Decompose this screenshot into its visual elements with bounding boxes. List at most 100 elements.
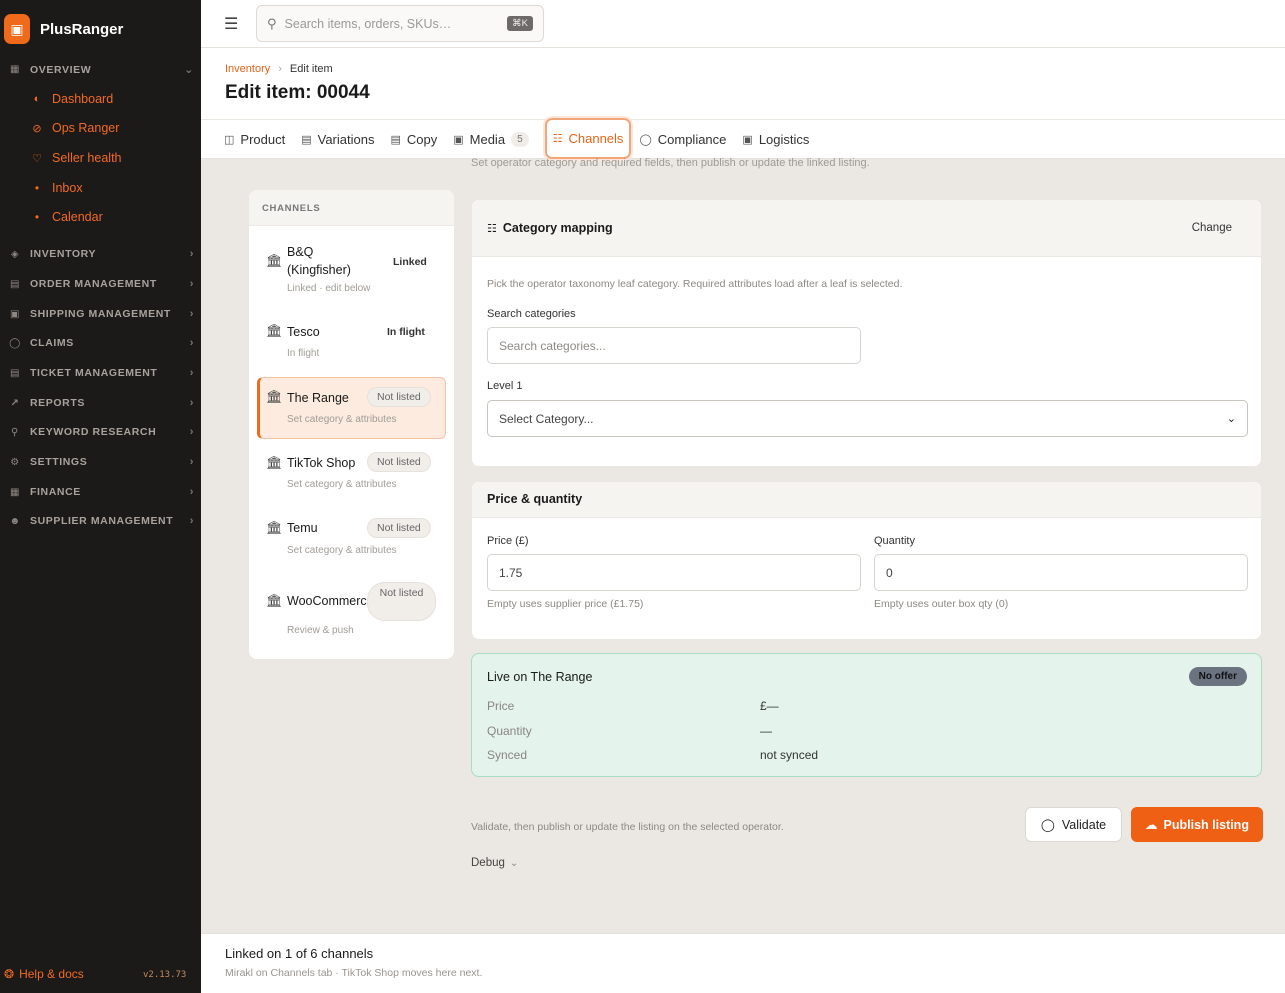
tab-label: Logistics bbox=[758, 132, 810, 147]
level-1-label: Level 1 bbox=[487, 380, 523, 392]
price-hint: Empty uses supplier price (£1.75) bbox=[487, 598, 644, 610]
debug-label: Debug bbox=[471, 857, 505, 869]
sidebar-section-reports[interactable]: ↗ REPORTS › bbox=[8, 397, 194, 409]
validate-button[interactable]: ◯ Validate bbox=[1025, 807, 1122, 842]
linked-summary: Linked on 1 of 6 channels bbox=[225, 946, 374, 961]
chevron-right-icon: › bbox=[189, 426, 194, 438]
receipt-icon: ▦ bbox=[9, 486, 21, 498]
shield-icon: ◯ bbox=[9, 337, 21, 349]
tab-copy[interactable]: ▤ Copy bbox=[390, 120, 445, 159]
channel-name: TikTok Shop bbox=[287, 456, 356, 470]
channel-item-the-range[interactable]: 🏛 The Range Not listed Set category & at… bbox=[257, 377, 446, 439]
document-icon: ▤ bbox=[390, 134, 401, 146]
sidebar-section-label: TICKET MANAGEMENT bbox=[30, 367, 158, 379]
sidebar-section-supplier-management[interactable]: ☻ SUPPLIER MANAGEMENT › bbox=[8, 515, 194, 527]
chevron-down-icon: ⌄ bbox=[1226, 413, 1236, 425]
store-icon: 🏛 bbox=[266, 520, 283, 535]
grid-icon: ▦ bbox=[9, 64, 21, 75]
sidebar-item-dashboard[interactable]: ◐ Dashboard bbox=[30, 92, 113, 106]
cloud-upload-icon: ☁ bbox=[1145, 818, 1158, 832]
price-label: Price (£) bbox=[487, 535, 529, 547]
shield-icon: ◯ bbox=[639, 134, 652, 146]
publish-listing-button[interactable]: ☁ Publish listing bbox=[1131, 807, 1263, 842]
dot-icon: • bbox=[34, 181, 40, 195]
tab-label: Media bbox=[469, 132, 506, 147]
tab-compliance[interactable]: ◯ Compliance bbox=[639, 120, 734, 159]
category-mapping-panel: ☷ Category mapping Change Pick the opera… bbox=[471, 199, 1262, 467]
store-icon: 🏛 bbox=[266, 593, 283, 608]
sidebar-section-ticket-management[interactable]: ▤ TICKET MANAGEMENT › bbox=[8, 367, 194, 379]
sidebar-section-inventory[interactable]: ◈ INVENTORY › bbox=[8, 248, 194, 260]
category-hint: Pick the operator taxonomy leaf category… bbox=[487, 278, 903, 290]
sidebar-item-calendar[interactable]: • Calendar bbox=[30, 210, 103, 224]
channel-subtitle: Linked · edit below bbox=[287, 283, 371, 294]
ticket-icon: ▤ bbox=[9, 367, 21, 379]
help-label: Help & docs bbox=[19, 967, 84, 981]
sidebar-section-finance[interactable]: ▦ FINANCE › bbox=[8, 486, 194, 498]
sidebar-section-order-management[interactable]: ▤ ORDER MANAGEMENT › bbox=[8, 278, 194, 290]
channel-item-tesco[interactable]: 🏛 Tesco In flight In flight bbox=[257, 318, 446, 364]
quantity-input[interactable]: 0 bbox=[874, 554, 1248, 591]
page-title: Edit item: 00044 bbox=[225, 82, 370, 103]
brand[interactable]: ▣ PlusRanger bbox=[4, 14, 123, 44]
sidebar-section-settings[interactable]: ⚙ SETTINGS › bbox=[8, 456, 194, 468]
sidebar-item-seller-health[interactable]: ♡ Seller health bbox=[30, 151, 121, 165]
chevron-right-icon: › bbox=[278, 63, 282, 75]
store-icon: 🏛 bbox=[266, 323, 283, 338]
validate-label: Validate bbox=[1061, 817, 1107, 832]
menu-icon[interactable]: ☰ bbox=[224, 14, 238, 34]
sidebar-section-label: SUPPLIER MANAGEMENT bbox=[30, 515, 174, 527]
media-count-badge: 5 bbox=[511, 132, 529, 147]
status-badge: No offer bbox=[1188, 667, 1247, 686]
gear-icon: ⚙ bbox=[10, 456, 20, 468]
channel-item-tiktok-shop[interactable]: 🏛 TikTok Shop Not listed Set category & … bbox=[257, 452, 446, 498]
hierarchy-icon: ☷ bbox=[487, 222, 497, 235]
channel-item-temu[interactable]: 🏛 Temu Not listed Set category & attribu… bbox=[257, 518, 446, 564]
channel-name: The Range bbox=[287, 391, 349, 405]
actions-hint: Validate, then publish or update the lis… bbox=[471, 821, 784, 833]
sidebar-section-keyword-research[interactable]: ⚲ KEYWORD RESEARCH › bbox=[8, 426, 194, 438]
truck-icon: ▣ bbox=[9, 308, 21, 320]
search-categories-input[interactable]: Search categories... bbox=[487, 327, 861, 364]
box-icon: ▣ bbox=[4, 14, 30, 44]
tab-logistics[interactable]: ▣ Logistics bbox=[742, 120, 817, 159]
sidebar-section-label: OVERVIEW bbox=[30, 63, 92, 76]
help-docs-link[interactable]: ❂ Help & docs bbox=[4, 967, 84, 981]
sidebar-section-label: KEYWORD RESEARCH bbox=[30, 426, 157, 438]
change-category-button[interactable]: Change bbox=[1192, 222, 1232, 234]
breadcrumb-inventory[interactable]: Inventory bbox=[225, 63, 270, 75]
chevron-right-icon: › bbox=[189, 456, 194, 468]
sidebar-section-label: REPORTS bbox=[30, 397, 85, 409]
sidebar-section-label: CLAIMS bbox=[30, 337, 74, 349]
box-icon: ◫ bbox=[224, 134, 235, 146]
compass-icon: ⊘ bbox=[32, 122, 42, 135]
channel-item-bq[interactable]: 🏛 B&Q (Kingfisher) Linked Linked · edit … bbox=[257, 240, 446, 300]
tab-variations[interactable]: ▤ Variations bbox=[301, 120, 382, 159]
channel-name: B&Q (Kingfisher) bbox=[287, 245, 351, 277]
sidebar-section-claims[interactable]: ◯ CLAIMS › bbox=[8, 337, 194, 349]
sidebar-section-label: SETTINGS bbox=[30, 456, 88, 468]
debug-toggle[interactable]: Debug ⌄ bbox=[471, 857, 518, 869]
sidebar-item-inbox[interactable]: • Inbox bbox=[30, 181, 83, 195]
level-1-selected: Select Category... bbox=[499, 411, 594, 426]
heart-icon: ♡ bbox=[32, 152, 42, 165]
chevron-right-icon: › bbox=[189, 248, 194, 260]
image-icon: ▣ bbox=[453, 134, 464, 146]
tab-product[interactable]: ◫ Product bbox=[224, 120, 293, 159]
global-search-input[interactable]: ⚲ Search items, orders, SKUs… ⌘K bbox=[256, 5, 544, 42]
chevron-right-icon: › bbox=[189, 515, 194, 527]
sidebar-item-ops-ranger[interactable]: ⊘ Ops Ranger bbox=[30, 121, 119, 135]
live-key: Price bbox=[487, 699, 515, 713]
channel-item-woocommerce[interactable]: 🏛 WooCommerce Not listed Review & push bbox=[257, 582, 446, 642]
sidebar-item-label: Dashboard bbox=[52, 92, 114, 106]
price-quantity-panel: Price & quantity Price (£) 1.75 Empty us… bbox=[471, 481, 1262, 640]
level-1-select[interactable]: Select Category... ⌄ bbox=[487, 400, 1248, 437]
price-input[interactable]: 1.75 bbox=[487, 554, 861, 591]
tab-channels[interactable]: ☷ Channels bbox=[544, 118, 632, 159]
search-icon: ⚲ bbox=[267, 15, 277, 31]
sidebar-section-overview[interactable]: ▦ OVERVIEW ⌄ bbox=[8, 63, 194, 77]
tab-media[interactable]: ▣ Media 5 bbox=[453, 120, 536, 159]
sidebar-section-shipping-management[interactable]: ▣ SHIPPING MANAGEMENT › bbox=[8, 308, 194, 320]
live-value: £— bbox=[760, 699, 779, 713]
store-icon: 🏛 bbox=[266, 253, 283, 268]
